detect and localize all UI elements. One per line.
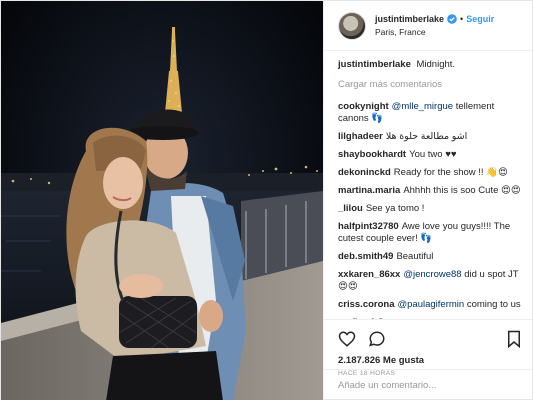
header-separator: • bbox=[460, 13, 464, 24]
post-sidebar: justintimberlake • Seguir Paris, France … bbox=[323, 1, 532, 400]
load-more-comments-button[interactable]: Cargar más comentarios bbox=[338, 79, 522, 91]
heart-icon[interactable] bbox=[338, 330, 356, 348]
comment-row: cookynight @mlle_mirgue tellement canons … bbox=[338, 101, 522, 125]
bookmark-icon[interactable] bbox=[506, 330, 522, 348]
comment-container: cookynight @mlle_mirgue tellement canons … bbox=[338, 101, 522, 319]
comment-text: You two ♥♥ bbox=[409, 149, 457, 160]
comment-icon[interactable] bbox=[368, 330, 386, 348]
comment-row: martina.maria Ahhhh this is soo Cute 😍😍 bbox=[338, 185, 522, 197]
comment-row: _lilou See ya tomo ! bbox=[338, 203, 522, 215]
comment-mention-link[interactable]: @paulagifermin bbox=[398, 299, 465, 310]
caption-text: Midnight. bbox=[416, 59, 456, 70]
post-photo[interactable] bbox=[1, 1, 323, 400]
comment-username[interactable]: criss.corona bbox=[338, 299, 395, 310]
location-link[interactable]: Paris, France bbox=[375, 26, 494, 39]
verified-badge-icon bbox=[447, 14, 457, 24]
photo-illustration bbox=[1, 1, 323, 400]
comment-text: اشو مطالعة حلوة هلا bbox=[385, 131, 468, 142]
avatar[interactable] bbox=[338, 11, 366, 40]
caption: justintimberlake Midnight. bbox=[338, 59, 522, 71]
comment-text: Beautiful bbox=[396, 251, 434, 262]
header-text: justintimberlake • Seguir Paris, France bbox=[375, 13, 494, 39]
comment-mention-link[interactable]: @mlle_mirgue bbox=[392, 101, 453, 112]
comment-username[interactable]: martina.maria bbox=[338, 185, 400, 196]
comment-username[interactable]: deb.smith49 bbox=[338, 251, 393, 262]
comment-username[interactable]: lilghadeer bbox=[338, 131, 383, 142]
comment-row: shaybookhardt You two ♥♥ bbox=[338, 149, 522, 161]
action-icons bbox=[338, 328, 522, 350]
header-username[interactable]: justintimberlake bbox=[375, 13, 444, 26]
comment-row: dekoninckd Ready for the show !! 👋😍 bbox=[338, 167, 522, 179]
comment-row: halfpint32780 Awe love you guys!!!! The c… bbox=[338, 221, 522, 245]
comment-text: See ya tomo ! bbox=[365, 203, 425, 214]
comment-input[interactable] bbox=[338, 380, 518, 391]
comments-list: justintimberlake Midnight. Cargar más co… bbox=[324, 51, 532, 319]
header-top-row: justintimberlake • Seguir bbox=[375, 13, 494, 26]
comment-username[interactable]: shaybookhardt bbox=[338, 149, 406, 160]
follow-button[interactable]: Seguir bbox=[466, 13, 494, 26]
comment-row: lilghadeer اشو مطالعة حلوة هلا bbox=[338, 131, 522, 143]
comment-row: deb.smith49 Beautiful bbox=[338, 251, 522, 263]
comment-username[interactable]: halfpint32780 bbox=[338, 221, 399, 232]
comment-row: xxkaren_86xx @jencrowe88 did u spot JT 😍😍 bbox=[338, 269, 522, 293]
comment-text: Ready for the show !! 👋😍 bbox=[393, 167, 508, 178]
comment-text: coming to us bbox=[464, 299, 521, 310]
post-header: justintimberlake • Seguir Paris, France bbox=[324, 1, 532, 51]
comment-mention-link[interactable]: @jencrowe88 bbox=[403, 269, 461, 280]
caption-username[interactable]: justintimberlake bbox=[338, 59, 411, 70]
add-comment-bar bbox=[324, 369, 532, 400]
likes-count[interactable]: 2.187.826 Me gusta bbox=[338, 355, 522, 366]
comment-row: criss.corona @paulagifermin coming to us bbox=[338, 299, 522, 311]
comment-username[interactable]: xxkaren_86xx bbox=[338, 269, 400, 280]
comment-text: Ahhhh this is soo Cute 😍😍 bbox=[403, 185, 521, 196]
comment-username[interactable]: _lilou bbox=[338, 203, 363, 214]
comment-username[interactable]: dekoninckd bbox=[338, 167, 391, 178]
instagram-post: justintimberlake • Seguir Paris, France … bbox=[0, 0, 533, 400]
comment-username[interactable]: cookynight bbox=[338, 101, 389, 112]
